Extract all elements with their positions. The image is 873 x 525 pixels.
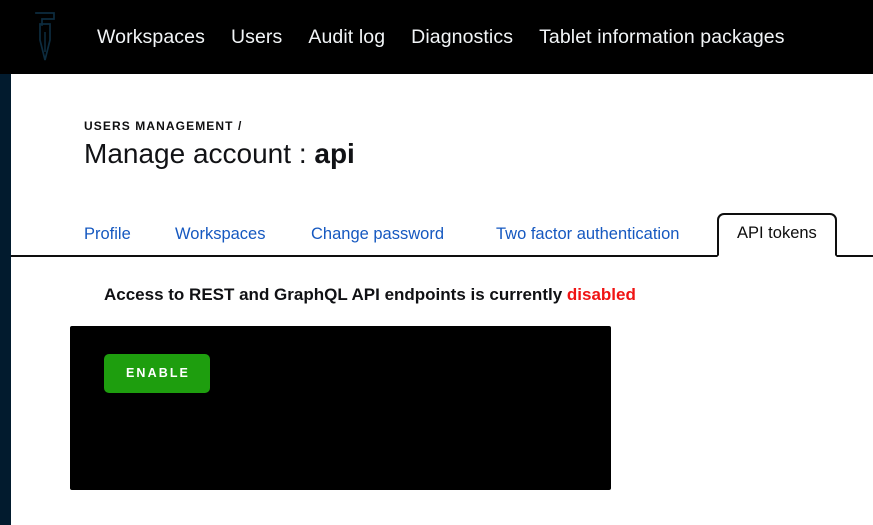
tab-change-password[interactable]: Change password	[311, 220, 444, 255]
nav-link-users[interactable]: Users	[218, 26, 295, 49]
api-access-status-value: disabled	[566, 285, 636, 304]
tab-two-factor-authentication[interactable]: Two factor authentication	[496, 220, 679, 255]
nav-link-audit-log[interactable]: Audit log	[295, 26, 398, 49]
top-navigation-bar: Workspaces Users Audit log Diagnostics T…	[0, 0, 873, 74]
tab-workspaces[interactable]: Workspaces	[175, 220, 265, 255]
enable-button[interactable]: ENABLE	[104, 354, 210, 393]
tab-profile[interactable]: Profile	[84, 220, 131, 255]
tab-strip: Profile Workspaces Change password Two f…	[11, 202, 873, 257]
api-access-status-text: Access to REST and GraphQL API endpoints…	[104, 285, 567, 304]
top-nav-links: Workspaces Users Audit log Diagnostics T…	[84, 26, 798, 49]
pen-nib-logo-icon[interactable]	[28, 8, 62, 66]
api-access-status: Access to REST and GraphQL API endpoints…	[104, 285, 636, 305]
nav-link-diagnostics[interactable]: Diagnostics	[398, 26, 526, 49]
page-title-account: api	[314, 138, 355, 169]
left-rail	[0, 74, 11, 525]
nav-link-tablet-information-packages[interactable]: Tablet information packages	[526, 26, 798, 49]
breadcrumb: USERS MANAGEMENT /	[84, 119, 243, 133]
page-title-prefix: Manage account :	[84, 138, 315, 169]
nav-link-workspaces[interactable]: Workspaces	[84, 26, 218, 49]
api-tokens-panel: ENABLE	[70, 326, 611, 490]
page-title: Manage account : api	[84, 136, 355, 172]
tab-api-tokens[interactable]: API tokens	[717, 213, 837, 257]
page-content: USERS MANAGEMENT / Manage account : api …	[11, 74, 873, 525]
